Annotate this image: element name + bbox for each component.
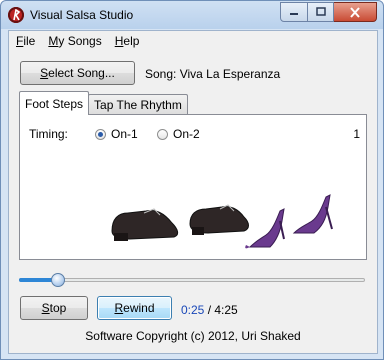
menu-my-songs[interactable]: My Songs (41, 31, 107, 51)
copyright-text: Software Copyright (c) 2012, Uri Shaked (85, 329, 301, 343)
menu-file[interactable]: File (9, 31, 41, 51)
title-bar[interactable]: Visual Salsa Studio (1, 1, 383, 30)
tab-tap-the-rhythm[interactable]: Tap The Rhythm (88, 94, 188, 115)
close-button[interactable] (334, 2, 377, 22)
app-window: Visual Salsa Studio File My Songs Help S… (0, 0, 384, 360)
rewind-button[interactable]: Rewind (97, 296, 172, 320)
slider-progress-fill (19, 278, 55, 282)
mens-shoe-right-icon (189, 204, 249, 235)
minimize-button[interactable] (280, 2, 308, 22)
salsa-app-icon[interactable] (8, 7, 24, 23)
radio-on-1-label: On-1 (111, 127, 138, 141)
select-song-button[interactable]: Select Song... (20, 61, 135, 85)
radio-on-1-indicator[interactable] (95, 128, 106, 140)
mens-shoe-left-icon (111, 208, 179, 241)
beat-count: 1 (353, 127, 360, 141)
maximize-icon (315, 7, 326, 16)
maximize-button[interactable] (308, 2, 334, 22)
tab-strip: Foot Steps Tap The Rhythm (19, 91, 188, 115)
radio-on-2[interactable]: On-2 (157, 127, 200, 141)
total-time: 4:25 (214, 303, 238, 317)
playback-slider[interactable] (19, 273, 365, 287)
menu-help[interactable]: Help (108, 31, 146, 51)
radio-on-2-indicator[interactable] (157, 128, 168, 140)
radio-on-2-label: On-2 (173, 127, 200, 141)
client-area: File My Songs Help Select Song... Song: … (8, 30, 378, 354)
window-title: Visual Salsa Studio (30, 8, 134, 22)
tab-foot-steps[interactable]: Foot Steps (19, 91, 90, 115)
menu-bar: File My Songs Help (9, 31, 377, 51)
minimize-icon (290, 13, 298, 15)
dance-steps-illustration (111, 204, 285, 249)
playback-time: 0:25 / 4:25 (181, 303, 238, 317)
womens-shoe-left-icon (245, 208, 285, 249)
close-icon (350, 6, 360, 18)
slider-track[interactable] (19, 278, 365, 282)
slider-thumb[interactable] (51, 273, 65, 287)
radio-on-1[interactable]: On-1 (95, 127, 138, 141)
stop-button[interactable]: Stop (20, 296, 88, 320)
time-separator: / (204, 303, 215, 317)
womens-shoe-right-icon (292, 194, 333, 234)
current-time: 0:25 (181, 303, 205, 317)
foot-steps-panel: Timing: On-1 On-2 1 (19, 114, 367, 260)
timing-label: Timing: (29, 127, 68, 141)
song-title-label: Song: Viva La Esperanza (145, 67, 281, 81)
